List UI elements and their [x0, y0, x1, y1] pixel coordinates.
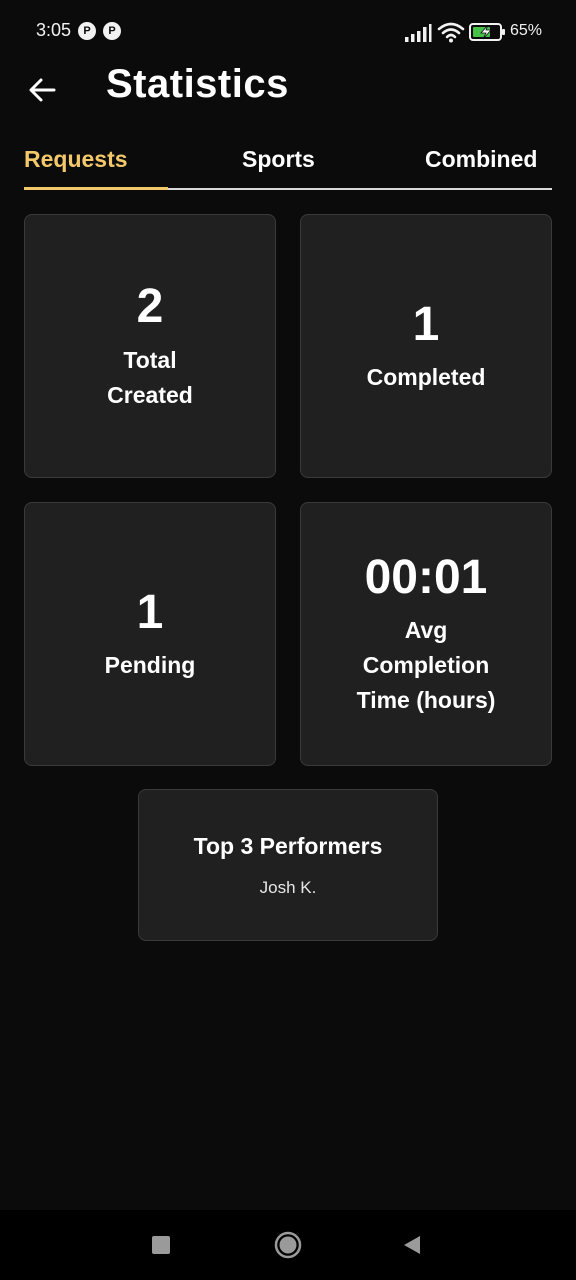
signal-bars-icon — [405, 24, 432, 42]
performer-name: Josh K. — [259, 877, 317, 897]
tab-active-indicator — [24, 187, 168, 190]
total-created-label-line2: Created — [107, 381, 193, 408]
avg-completion-card: 00:01 Avg Completion Time (hours) — [300, 502, 552, 766]
pending-label: Pending — [104, 652, 196, 679]
total-created-label-line1: Total — [123, 346, 177, 373]
arrow-left-icon — [29, 78, 56, 102]
square-recents-icon[interactable] — [152, 1236, 170, 1254]
circle-home-icon[interactable] — [274, 1231, 302, 1259]
tab-sports[interactable]: Sports — [242, 146, 315, 173]
total-created-label: Total Created — [107, 343, 193, 413]
pending-card: 1 Pending — [24, 502, 276, 766]
navigation-bar — [0, 1210, 576, 1280]
avg-completion-label-line1: Avg — [404, 617, 448, 644]
back-button[interactable] — [24, 70, 64, 110]
top-performers-card: Top 3 Performers Josh K. — [138, 789, 438, 941]
app-notification-icon: P — [103, 22, 121, 40]
avg-completion-label-line3: Time (hours) — [356, 687, 496, 714]
triangle-back-icon[interactable] — [402, 1234, 422, 1256]
total-created-value: 2 — [136, 280, 164, 334]
status-bar: 3:05 P P 65% — [0, 0, 576, 64]
battery-charging-icon — [469, 23, 505, 41]
status-time: 3:05 — [36, 20, 72, 40]
tab-bar: Requests Sports Combined — [24, 138, 552, 190]
tab-requests[interactable]: Requests — [24, 146, 128, 173]
avg-completion-value: 00:01 — [364, 550, 488, 604]
completed-value: 1 — [412, 297, 440, 351]
completed-card: 1 Completed — [300, 214, 552, 478]
page-title: Statistics — [106, 62, 289, 106]
app-notification-icon: P — [78, 22, 96, 40]
avg-completion-label: Avg Completion Time (hours) — [357, 613, 496, 718]
total-created-card: 2 Total Created — [24, 214, 276, 478]
avg-completion-label-line2: Completion — [362, 652, 490, 679]
completed-label: Completed — [366, 364, 486, 391]
wifi-icon — [437, 22, 465, 43]
tab-combined[interactable]: Combined — [425, 146, 537, 173]
battery-percent: 65% — [510, 22, 543, 39]
top-performers-title: Top 3 Performers — [193, 832, 383, 859]
pending-value: 1 — [136, 585, 164, 639]
